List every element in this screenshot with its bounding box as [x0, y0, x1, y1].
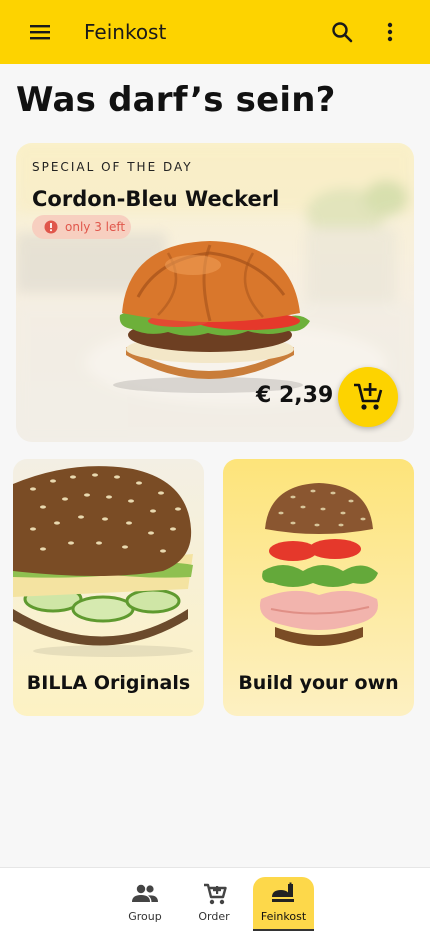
special-product-name: Cordon-Bleu Weckerl — [32, 187, 280, 211]
group-icon — [132, 884, 158, 902]
billa-originals-label: BILLA Originals — [26, 672, 191, 694]
warning-icon — [44, 220, 58, 234]
stock-badge-label: only 3 left — [65, 220, 126, 234]
nav-label-order: Order — [198, 910, 230, 923]
search-icon[interactable] — [326, 16, 358, 48]
add-to-cart-button[interactable] — [338, 367, 398, 427]
add-shopping-cart-icon — [354, 383, 383, 410]
build-your-own-label: Build your own — [238, 672, 399, 694]
more-vert-icon[interactable] — [378, 16, 402, 48]
special-price: € 2,39 — [256, 383, 334, 408]
sesame-sandwich-image — [13, 466, 193, 657]
cordon-bleu-sandwich-image — [113, 241, 310, 393]
cart-icon — [204, 883, 227, 905]
billa-originals-tile[interactable]: BILLA Originals — [13, 459, 204, 716]
nav-item-feinkost[interactable]: Feinkost — [253, 868, 314, 932]
page-headline: Was darf’s sein? — [16, 80, 336, 120]
special-eyebrow: SPECIAL OF THE DAY — [32, 160, 193, 174]
build-your-own-tile[interactable]: Build your own — [223, 459, 414, 716]
special-of-the-day-card[interactable]: SPECIAL OF THE DAY Cordon-Bleu Weckerl o… — [16, 143, 414, 442]
bottom-navigation: Group Order Feinkost — [0, 867, 430, 932]
nav-item-group[interactable]: Group — [115, 868, 175, 932]
nav-label-feinkost: Feinkost — [260, 910, 307, 923]
top-app-bar: Feinkost — [0, 0, 430, 64]
nav-label-group: Group — [128, 910, 162, 923]
app-title: Feinkost — [84, 20, 167, 44]
build-your-own-sandwich-image — [259, 483, 378, 646]
deli-icon — [272, 882, 294, 902]
nav-item-order[interactable]: Order — [184, 868, 244, 932]
menu-icon[interactable] — [24, 16, 56, 48]
